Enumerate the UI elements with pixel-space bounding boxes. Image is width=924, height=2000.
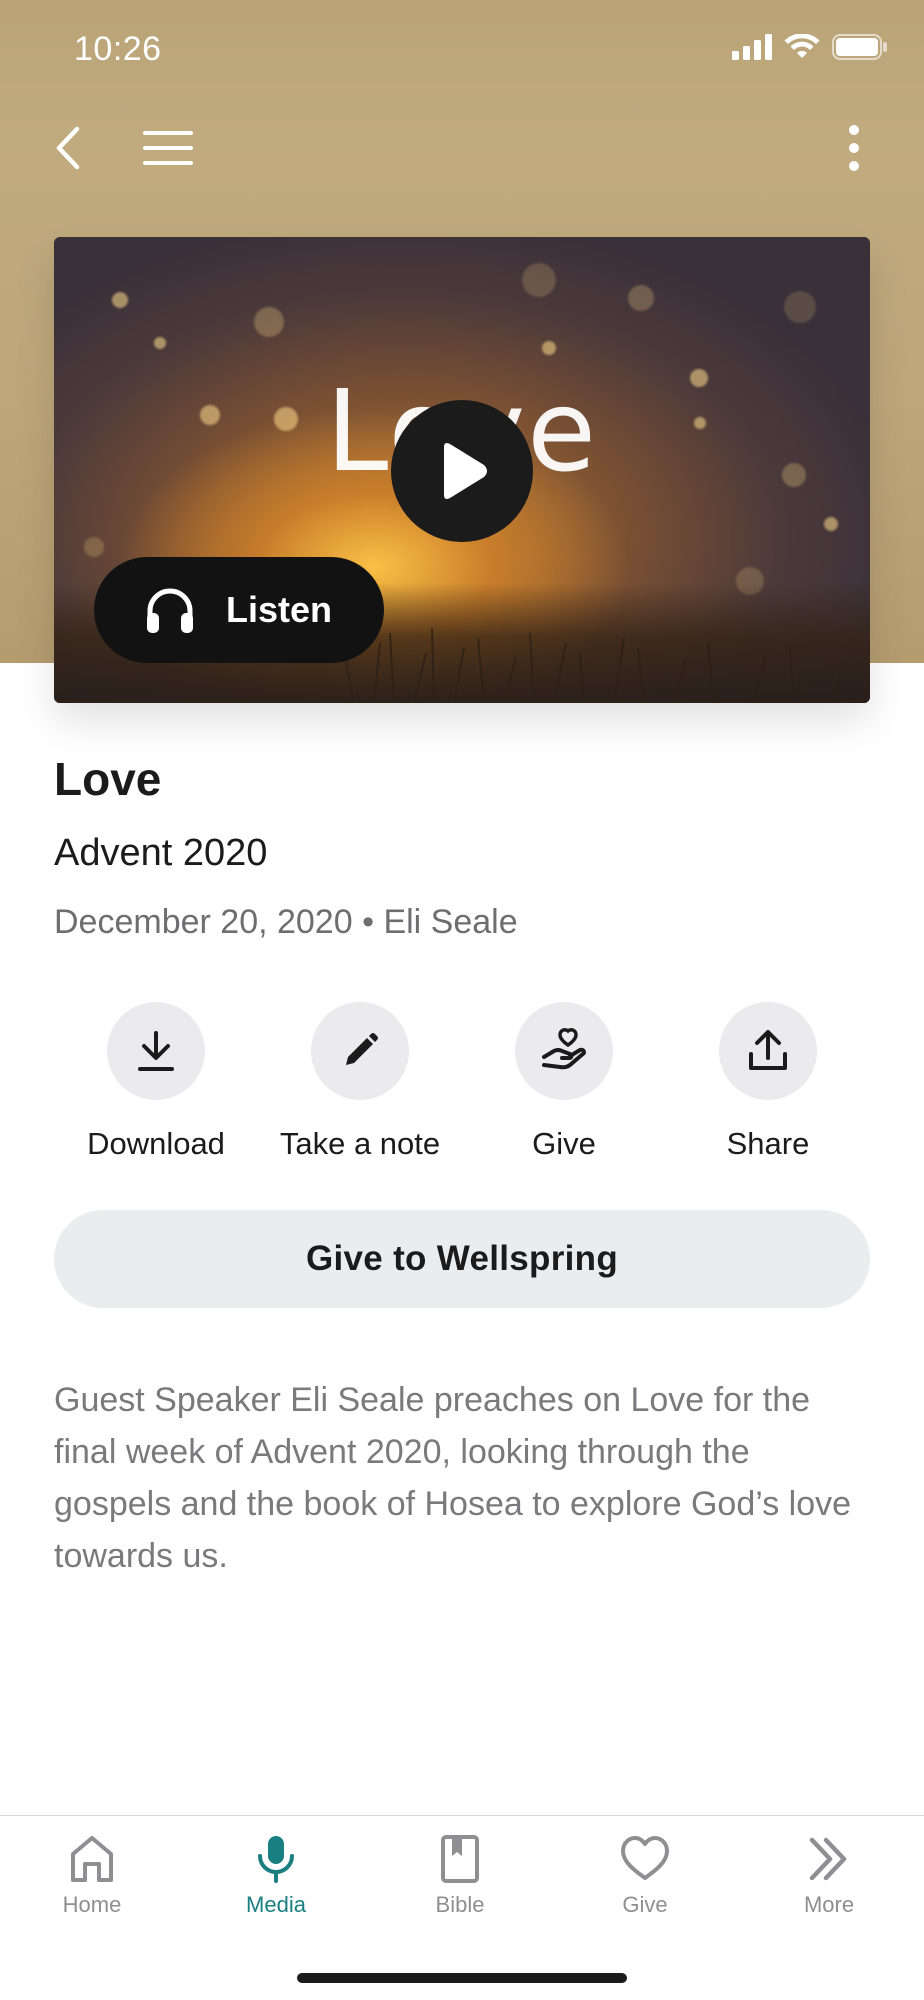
home-indicator[interactable] xyxy=(297,1973,627,1983)
download-action[interactable]: Download xyxy=(54,1002,258,1162)
media-artwork[interactable]: Love Listen xyxy=(54,237,870,703)
give-to-wellspring-button[interactable]: Give to Wellspring xyxy=(54,1210,870,1308)
more-options-button[interactable] xyxy=(822,116,886,180)
bokeh-light xyxy=(254,307,284,337)
take-note-label: Take a note xyxy=(279,1126,441,1161)
tab-home-label: Home xyxy=(62,1892,122,1917)
bokeh-light xyxy=(628,285,654,311)
tab-give[interactable]: Give xyxy=(553,1834,737,1918)
wifi-icon xyxy=(784,34,820,58)
listen-button[interactable]: Listen xyxy=(94,557,384,663)
hamburger-icon xyxy=(143,131,193,165)
home-icon xyxy=(71,1836,113,1882)
microphone-icon xyxy=(258,1836,294,1883)
play-icon xyxy=(444,443,487,499)
take-note-action[interactable]: Take a note xyxy=(258,1002,462,1162)
give-action[interactable]: Give xyxy=(462,1002,666,1162)
give-button[interactable] xyxy=(515,1002,613,1100)
sermon-speaker[interactable]: Eli Seale xyxy=(383,903,517,941)
give-label: Give xyxy=(532,1126,596,1161)
status-time: 10:26 xyxy=(74,30,162,68)
bokeh-light xyxy=(824,517,838,531)
tab-more-label: More xyxy=(803,1892,855,1917)
action-row: Download Take a note Give Share xyxy=(54,1002,870,1172)
navigation-bar xyxy=(0,100,924,196)
battery-icon xyxy=(832,34,887,60)
bokeh-light xyxy=(154,337,166,349)
share-button[interactable] xyxy=(719,1002,817,1100)
status-icons xyxy=(732,34,888,60)
download-button[interactable] xyxy=(107,1002,205,1100)
take-note-button[interactable] xyxy=(311,1002,409,1100)
tab-bible-label: Bible xyxy=(435,1892,485,1917)
vertical-dots-icon xyxy=(849,125,859,171)
pencil-icon xyxy=(346,1033,378,1065)
double-chevron-icon xyxy=(809,1837,847,1881)
sermon-series[interactable]: Advent 2020 xyxy=(54,832,267,875)
tab-media[interactable]: Media xyxy=(184,1834,368,1918)
bokeh-light xyxy=(522,263,556,297)
tab-home[interactable]: Home xyxy=(0,1834,184,1918)
sermon-date: December 20, 2020 xyxy=(54,903,353,941)
bokeh-light xyxy=(542,341,556,355)
bokeh-light xyxy=(84,537,104,557)
cellular-signal-icon xyxy=(732,34,772,60)
chevron-left-icon xyxy=(56,126,80,170)
menu-button[interactable] xyxy=(136,116,200,180)
play-button[interactable] xyxy=(391,400,533,542)
share-icon xyxy=(749,1030,787,1070)
sermon-meta: December 20, 2020 • Eli Seale xyxy=(54,903,518,942)
tab-bible[interactable]: Bible xyxy=(368,1834,552,1918)
tab-media-label: Media xyxy=(246,1892,306,1917)
share-label: Share xyxy=(726,1126,810,1161)
headphones-icon xyxy=(147,588,193,633)
download-label: Download xyxy=(87,1126,225,1161)
heart-icon xyxy=(621,1836,669,1880)
bokeh-light xyxy=(784,291,816,323)
download-icon xyxy=(138,1031,174,1071)
sermon-description: Guest Speaker Eli Seale preaches on Love… xyxy=(54,1381,852,1575)
tab-give-label: Give xyxy=(622,1892,668,1917)
bokeh-light xyxy=(112,292,128,308)
back-button[interactable] xyxy=(36,116,100,180)
listen-label: Listen xyxy=(226,589,333,630)
share-action[interactable]: Share xyxy=(666,1002,870,1162)
tab-more[interactable]: More xyxy=(737,1834,921,1918)
meta-separator: • xyxy=(362,903,374,941)
sermon-title: Love xyxy=(54,753,162,805)
heart-hand-icon xyxy=(542,1028,586,1070)
status-bar: 10:26 xyxy=(0,0,924,100)
book-icon xyxy=(441,1835,479,1883)
